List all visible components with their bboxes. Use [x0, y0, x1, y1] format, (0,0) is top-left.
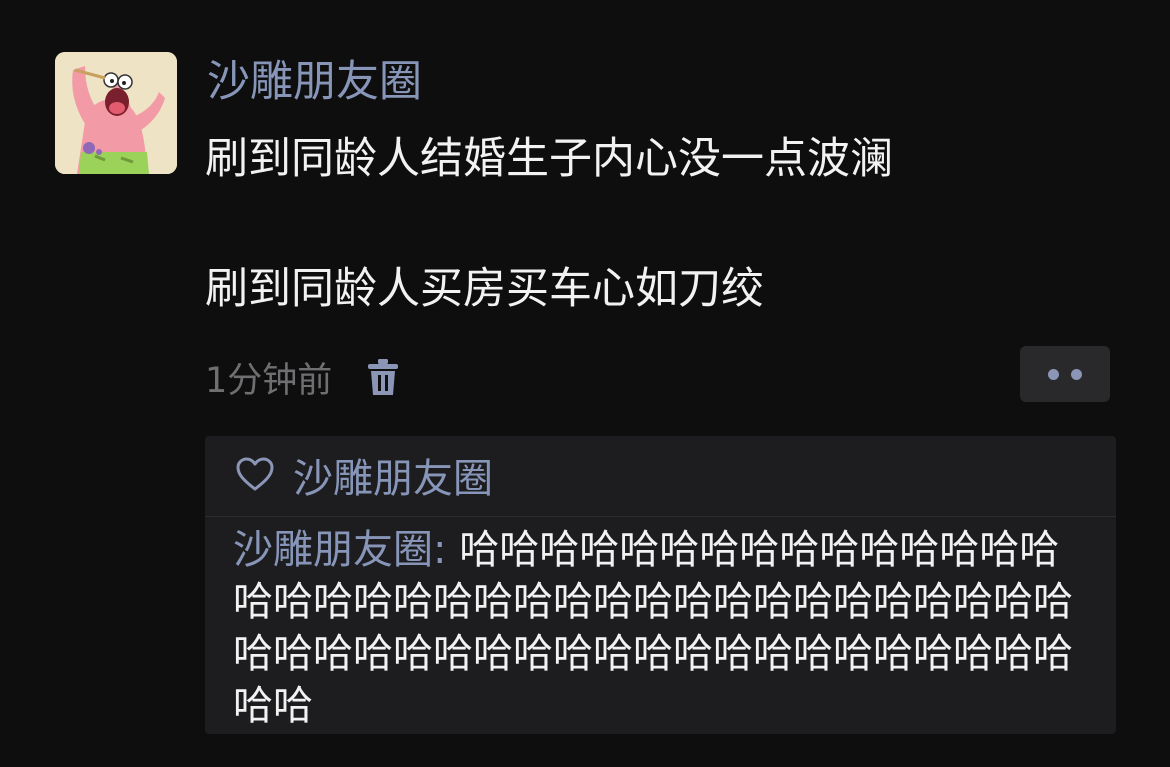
comment-separator: :: [433, 527, 460, 573]
more-dot: [1048, 368, 1059, 380]
post-text-line-2: 刷到同龄人买房买车心如刀绞: [205, 264, 764, 314]
heart-outline-icon: [235, 455, 275, 495]
moments-post-screen: { "post": { "author": "沙雕朋友圈", "avatar_i…: [0, 0, 1170, 767]
comment-author[interactable]: 沙雕朋友圈: [233, 527, 433, 573]
author-avatar[interactable]: [55, 52, 177, 174]
patrick-star-avatar-icon: [55, 52, 177, 174]
more-dots-icon[interactable]: [1020, 346, 1110, 402]
post-text-line-1: 刷到同龄人结婚生子内心没一点波澜: [205, 134, 893, 184]
likes-row: 沙雕朋友圈: [235, 450, 493, 502]
liker-name[interactable]: 沙雕朋友圈: [293, 446, 493, 504]
post-meta-row: 1分钟前: [205, 352, 399, 402]
interaction-panel: 沙雕朋友圈 沙雕朋友圈: 哈哈哈哈哈哈哈哈哈哈哈哈哈哈哈哈哈哈哈哈哈哈哈哈哈哈哈…: [205, 436, 1116, 734]
panel-divider: [205, 516, 1116, 517]
trash-icon[interactable]: [367, 357, 399, 397]
more-dot: [1071, 368, 1082, 380]
post-timestamp: 1分钟前: [205, 360, 333, 401]
comment-item[interactable]: 沙雕朋友圈: 哈哈哈哈哈哈哈哈哈哈哈哈哈哈哈哈哈哈哈哈哈哈哈哈哈哈哈哈哈哈哈哈哈…: [233, 524, 1095, 732]
post-author-name[interactable]: 沙雕朋友圈: [207, 54, 422, 110]
